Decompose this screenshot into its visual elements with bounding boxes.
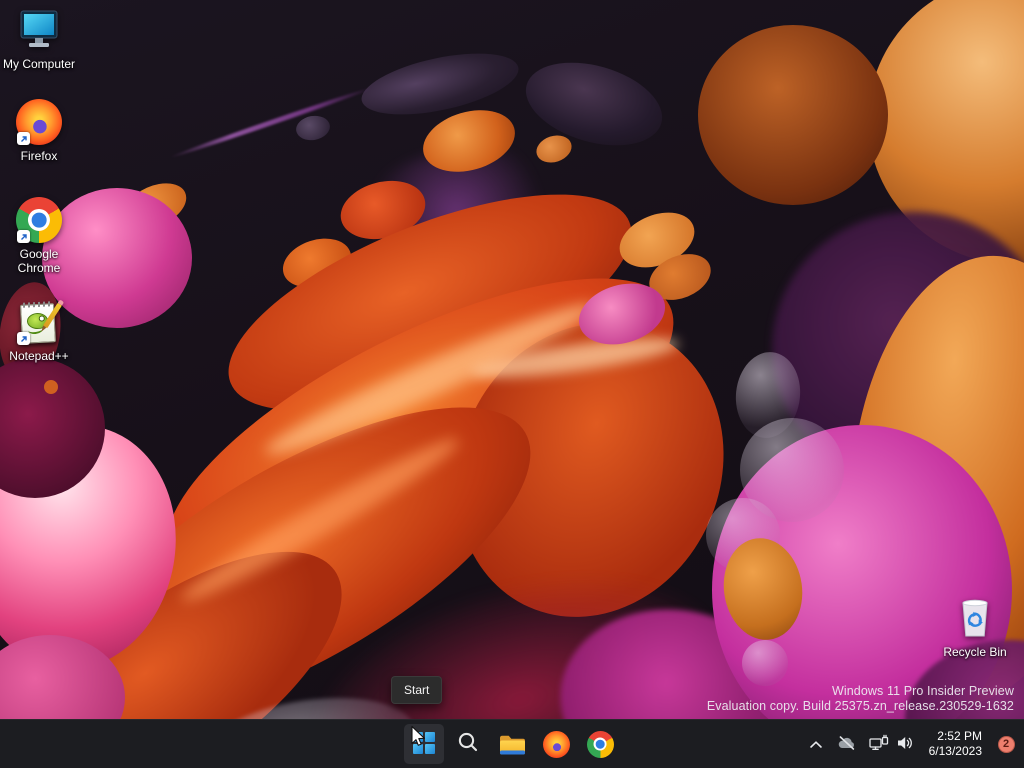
wallpaper-blob bbox=[532, 131, 576, 167]
windows-logo-icon bbox=[412, 731, 436, 758]
desktop-icon-notepad-plus-plus[interactable]: Notepad++ bbox=[1, 298, 77, 363]
taskbar-center-buttons bbox=[404, 724, 620, 764]
onedrive-button[interactable] bbox=[832, 724, 862, 764]
desktop-icon-firefox[interactable]: Firefox bbox=[1, 98, 77, 163]
chrome-taskbar-button[interactable] bbox=[580, 724, 620, 764]
evaluation-watermark: Windows 11 Pro Insider Preview Evaluatio… bbox=[707, 684, 1014, 714]
notepad-plus-plus-icon bbox=[15, 298, 63, 346]
shortcut-arrow-icon bbox=[17, 230, 30, 243]
chevron-up-icon bbox=[809, 737, 823, 752]
network-volume-button[interactable] bbox=[864, 724, 919, 764]
hidden-icons-button[interactable] bbox=[802, 724, 830, 764]
notification-badge: 2 bbox=[997, 735, 1015, 753]
chrome-icon bbox=[586, 730, 614, 758]
wallpaper-blob bbox=[169, 85, 374, 160]
firefox-taskbar-button[interactable] bbox=[536, 724, 576, 764]
wallpaper-blob bbox=[44, 380, 58, 394]
clock: 2:52 PM 6/13/2023 bbox=[926, 729, 985, 759]
desktop-icon-label: Recycle Bin bbox=[943, 645, 1007, 659]
search-icon bbox=[457, 731, 480, 757]
desktop-icon-google-chrome[interactable]: Google Chrome bbox=[1, 196, 77, 275]
wallpaper-blob bbox=[698, 25, 888, 205]
clock-time: 2:52 PM bbox=[937, 729, 982, 743]
cloud-offline-icon bbox=[837, 735, 857, 754]
clock-button[interactable]: 2:52 PM 6/13/2023 bbox=[921, 724, 990, 764]
watermark-line1: Windows 11 Pro Insider Preview bbox=[831, 684, 1014, 698]
firefox-icon bbox=[542, 730, 570, 758]
file-explorer-icon bbox=[499, 733, 526, 756]
notification-center-button[interactable]: 2 bbox=[992, 724, 1020, 764]
volume-icon bbox=[896, 735, 914, 754]
shortcut-arrow-icon bbox=[17, 132, 30, 145]
desktop-icon-my-computer[interactable]: My Computer bbox=[1, 6, 77, 71]
start-button[interactable] bbox=[404, 724, 444, 764]
search-button[interactable] bbox=[448, 724, 488, 764]
shortcut-arrow-icon bbox=[17, 332, 30, 345]
recycle-bin-icon bbox=[951, 594, 999, 642]
taskbar: 2:52 PM 6/13/2023 2 bbox=[0, 719, 1024, 768]
desktop-icon-label: Notepad++ bbox=[9, 349, 69, 363]
file-explorer-button[interactable] bbox=[492, 724, 532, 764]
network-wired-icon bbox=[868, 734, 889, 754]
desktop-icon-recycle-bin[interactable]: Recycle Bin bbox=[937, 594, 1013, 659]
clock-date: 6/13/2023 bbox=[928, 744, 982, 758]
wallpaper-blob bbox=[742, 640, 788, 686]
desktop: My Computer Firefox Google Chrome Notepa… bbox=[0, 0, 1024, 768]
desktop-icon-label: Google Chrome bbox=[17, 247, 61, 275]
watermark-line2: Evaluation copy. Build 25375.zn_release.… bbox=[706, 699, 1014, 713]
wallpaper bbox=[0, 0, 1024, 768]
firefox-icon bbox=[15, 98, 63, 146]
system-tray: 2:52 PM 6/13/2023 2 bbox=[802, 720, 1020, 768]
wallpaper-blob bbox=[294, 113, 332, 143]
start-tooltip: Start bbox=[391, 676, 443, 704]
chrome-icon bbox=[15, 196, 63, 244]
desktop-icon-label: My Computer bbox=[2, 57, 76, 71]
my-computer-icon bbox=[15, 6, 63, 54]
desktop-icon-label: Firefox bbox=[20, 149, 58, 163]
